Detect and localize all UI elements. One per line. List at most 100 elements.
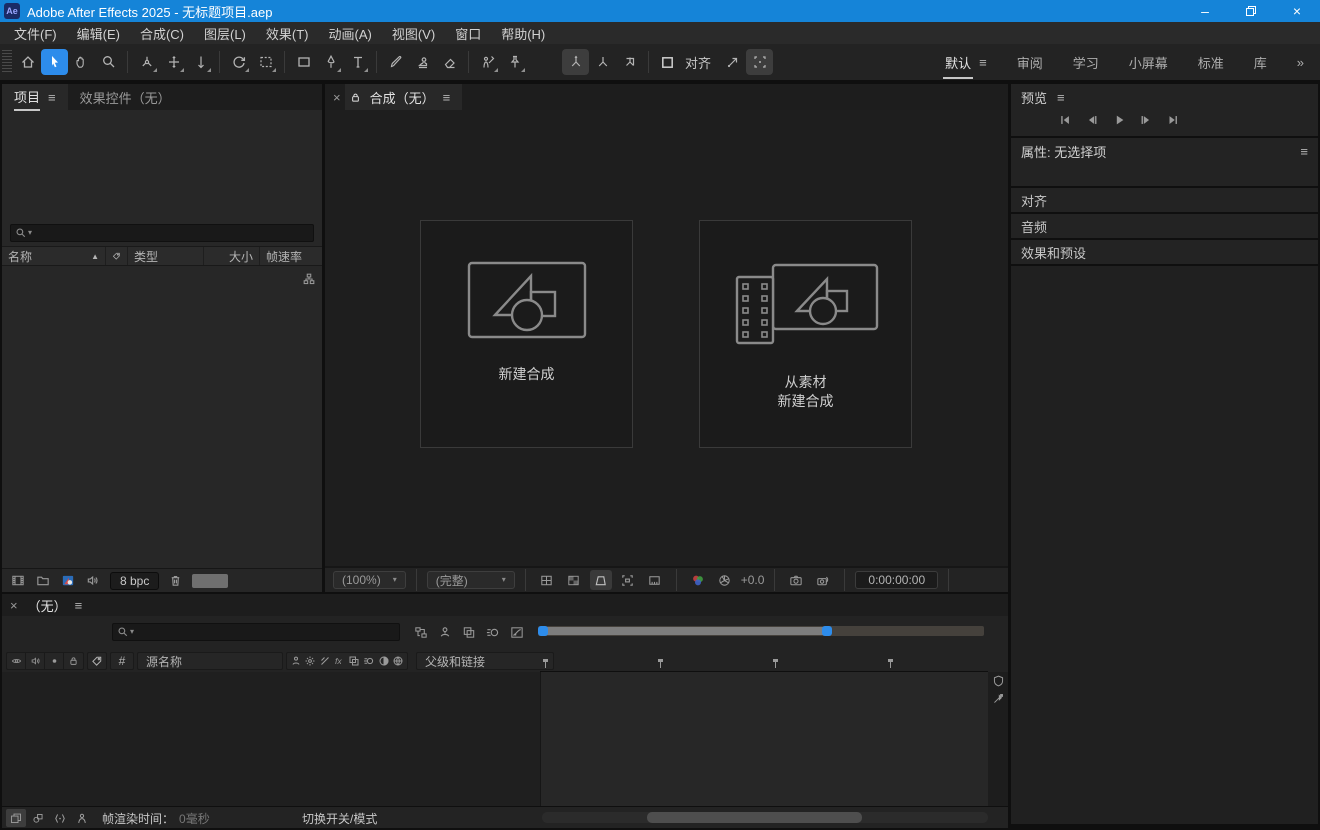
workspace-tab-default[interactable]: 默认 ≡ [945,53,987,72]
source-name-header[interactable]: 源名称 [137,652,283,670]
track-lanes-area[interactable] [540,672,988,806]
align-panel-header[interactable]: 对齐 [1011,188,1318,212]
comp-button-icon[interactable] [992,692,1005,705]
project-flowchart-icon[interactable] [302,272,316,286]
video-eye-icon[interactable] [7,653,26,669]
interpret-footage-button[interactable] [10,573,26,588]
column-label-color[interactable] [106,247,128,265]
column-name[interactable]: 名称 ▲ [2,247,106,265]
workspace-tab-learn[interactable]: 学习 [1073,53,1099,72]
panel-close-icon[interactable]: × [325,84,345,110]
in-out-panes-button[interactable] [50,809,70,827]
new-folder-button[interactable] [35,573,51,588]
search-options-chevron[interactable]: ▾ [28,229,32,237]
lock-icon[interactable] [349,91,362,104]
view-axis-mode-button[interactable] [616,49,643,75]
camera-region-tool[interactable] [252,49,279,75]
workspace-tab-review[interactable]: 审阅 [1017,53,1043,72]
timeline-hscroll-thumb[interactable] [647,812,862,823]
quality-switch-icon[interactable] [319,655,331,667]
bit-depth-button[interactable]: 8 bpc [110,572,159,590]
delete-button[interactable] [168,573,183,588]
tab-composition[interactable]: 合成（无） ≡ [345,84,463,110]
brush-tool[interactable] [382,49,409,75]
parent-link-header[interactable]: 父级和链接 [416,652,554,670]
collapse-switch-icon[interactable] [304,655,316,667]
composition-mini-flowchart-button[interactable] [410,622,432,642]
menu-edit[interactable]: 编辑(E) [67,24,130,43]
workspace-menu-icon[interactable]: ≡ [979,55,987,70]
column-size[interactable]: 大小 [204,247,260,265]
take-snapshot-button[interactable] [785,570,807,590]
menu-window[interactable]: 窗口 [445,24,491,43]
rotate-tool[interactable] [225,49,252,75]
toggle-switches-modes-button[interactable]: 切换开关/模式 [302,810,377,827]
panel-scrollbar-thumb[interactable] [192,574,228,588]
frame-blend-switch-icon[interactable] [348,655,360,667]
layer-number-header[interactable]: # [110,652,134,670]
render-time-pane-button[interactable] [72,809,92,827]
panel-menu-icon[interactable]: ≡ [48,90,56,105]
workspace-overflow-button[interactable]: » [1297,55,1304,70]
region-of-interest-button[interactable] [617,570,639,590]
pen-tool[interactable] [317,49,344,75]
layer-switches-pane-button[interactable] [6,809,26,827]
label-color-header[interactable] [87,652,107,670]
shy-switch-icon[interactable] [290,655,302,667]
mask-visibility-button[interactable] [590,570,612,590]
menu-composition[interactable]: 合成(C) [130,24,194,43]
panel-menu-icon[interactable]: ≡ [75,598,83,613]
column-type[interactable]: 类型 [128,247,204,265]
puppet-pin-tool[interactable] [501,49,528,75]
motion-blur-switch-icon[interactable] [363,655,375,667]
pixel-aspect-button[interactable] [644,570,666,590]
previous-frame-button[interactable] [1082,112,1102,128]
audio-panel-header[interactable]: 音频 [1011,214,1318,238]
effects-presets-panel-header[interactable]: 效果和预设 [1011,240,1318,264]
workspace-tab-standard[interactable]: 标准 [1198,53,1224,72]
transfer-controls-pane-button[interactable] [28,809,48,827]
pan-camera-tool[interactable] [160,49,187,75]
fx-switch-icon[interactable]: fx [334,655,346,667]
menu-effect[interactable]: 效果(T) [256,24,319,43]
menu-help[interactable]: 帮助(H) [491,24,555,43]
type-tool[interactable] [344,49,371,75]
snap-label[interactable]: 对齐 [685,53,711,72]
zoom-tool[interactable] [95,49,122,75]
capture-extents-button[interactable] [746,49,773,75]
snap-checkbox[interactable] [654,49,681,75]
home-button[interactable] [14,49,41,75]
eraser-tool[interactable] [436,49,463,75]
last-frame-button[interactable] [1163,112,1183,128]
rectangle-tool[interactable] [290,49,317,75]
menu-animation[interactable]: 动画(A) [319,24,382,43]
new-composition-from-footage-card[interactable]: 从素材 新建合成 [699,220,912,448]
3d-layer-switch-icon[interactable] [392,655,404,667]
show-snapshot-button[interactable] [812,570,834,590]
dolly-camera-tool[interactable] [187,49,214,75]
frame-blending-button[interactable] [458,622,480,642]
graph-editor-button[interactable] [506,622,528,642]
timecode-display[interactable]: 0:00:00:00 [855,571,938,589]
restore-button[interactable] [1228,0,1274,22]
menu-view[interactable]: 视图(V) [382,24,445,43]
hand-tool[interactable] [68,49,95,75]
tab-timeline[interactable]: （无） ≡ [22,594,95,616]
shy-layers-button[interactable] [434,622,456,642]
workspace-tab-small-screen[interactable]: 小屏幕 [1129,53,1168,72]
orbit-camera-tool[interactable] [133,49,160,75]
panel-close-icon[interactable]: × [2,598,22,613]
roto-brush-tool[interactable] [474,49,501,75]
proxy-button[interactable] [85,573,101,588]
column-framerate[interactable]: 帧速率 [260,247,320,265]
world-axis-mode-button[interactable] [589,49,616,75]
transparency-grid-button[interactable] [563,570,585,590]
exposure-value[interactable]: +0.0 [741,573,765,587]
channel-rgb-button[interactable] [687,570,709,590]
marker-bin-icon[interactable] [992,674,1005,688]
project-search-input[interactable]: ▾ [10,224,314,242]
audio-speaker-icon[interactable] [26,653,45,669]
clone-stamp-tool[interactable] [409,49,436,75]
menu-layer[interactable]: 图层(L) [194,24,256,43]
panel-menu-icon[interactable]: ≡ [1057,90,1065,105]
